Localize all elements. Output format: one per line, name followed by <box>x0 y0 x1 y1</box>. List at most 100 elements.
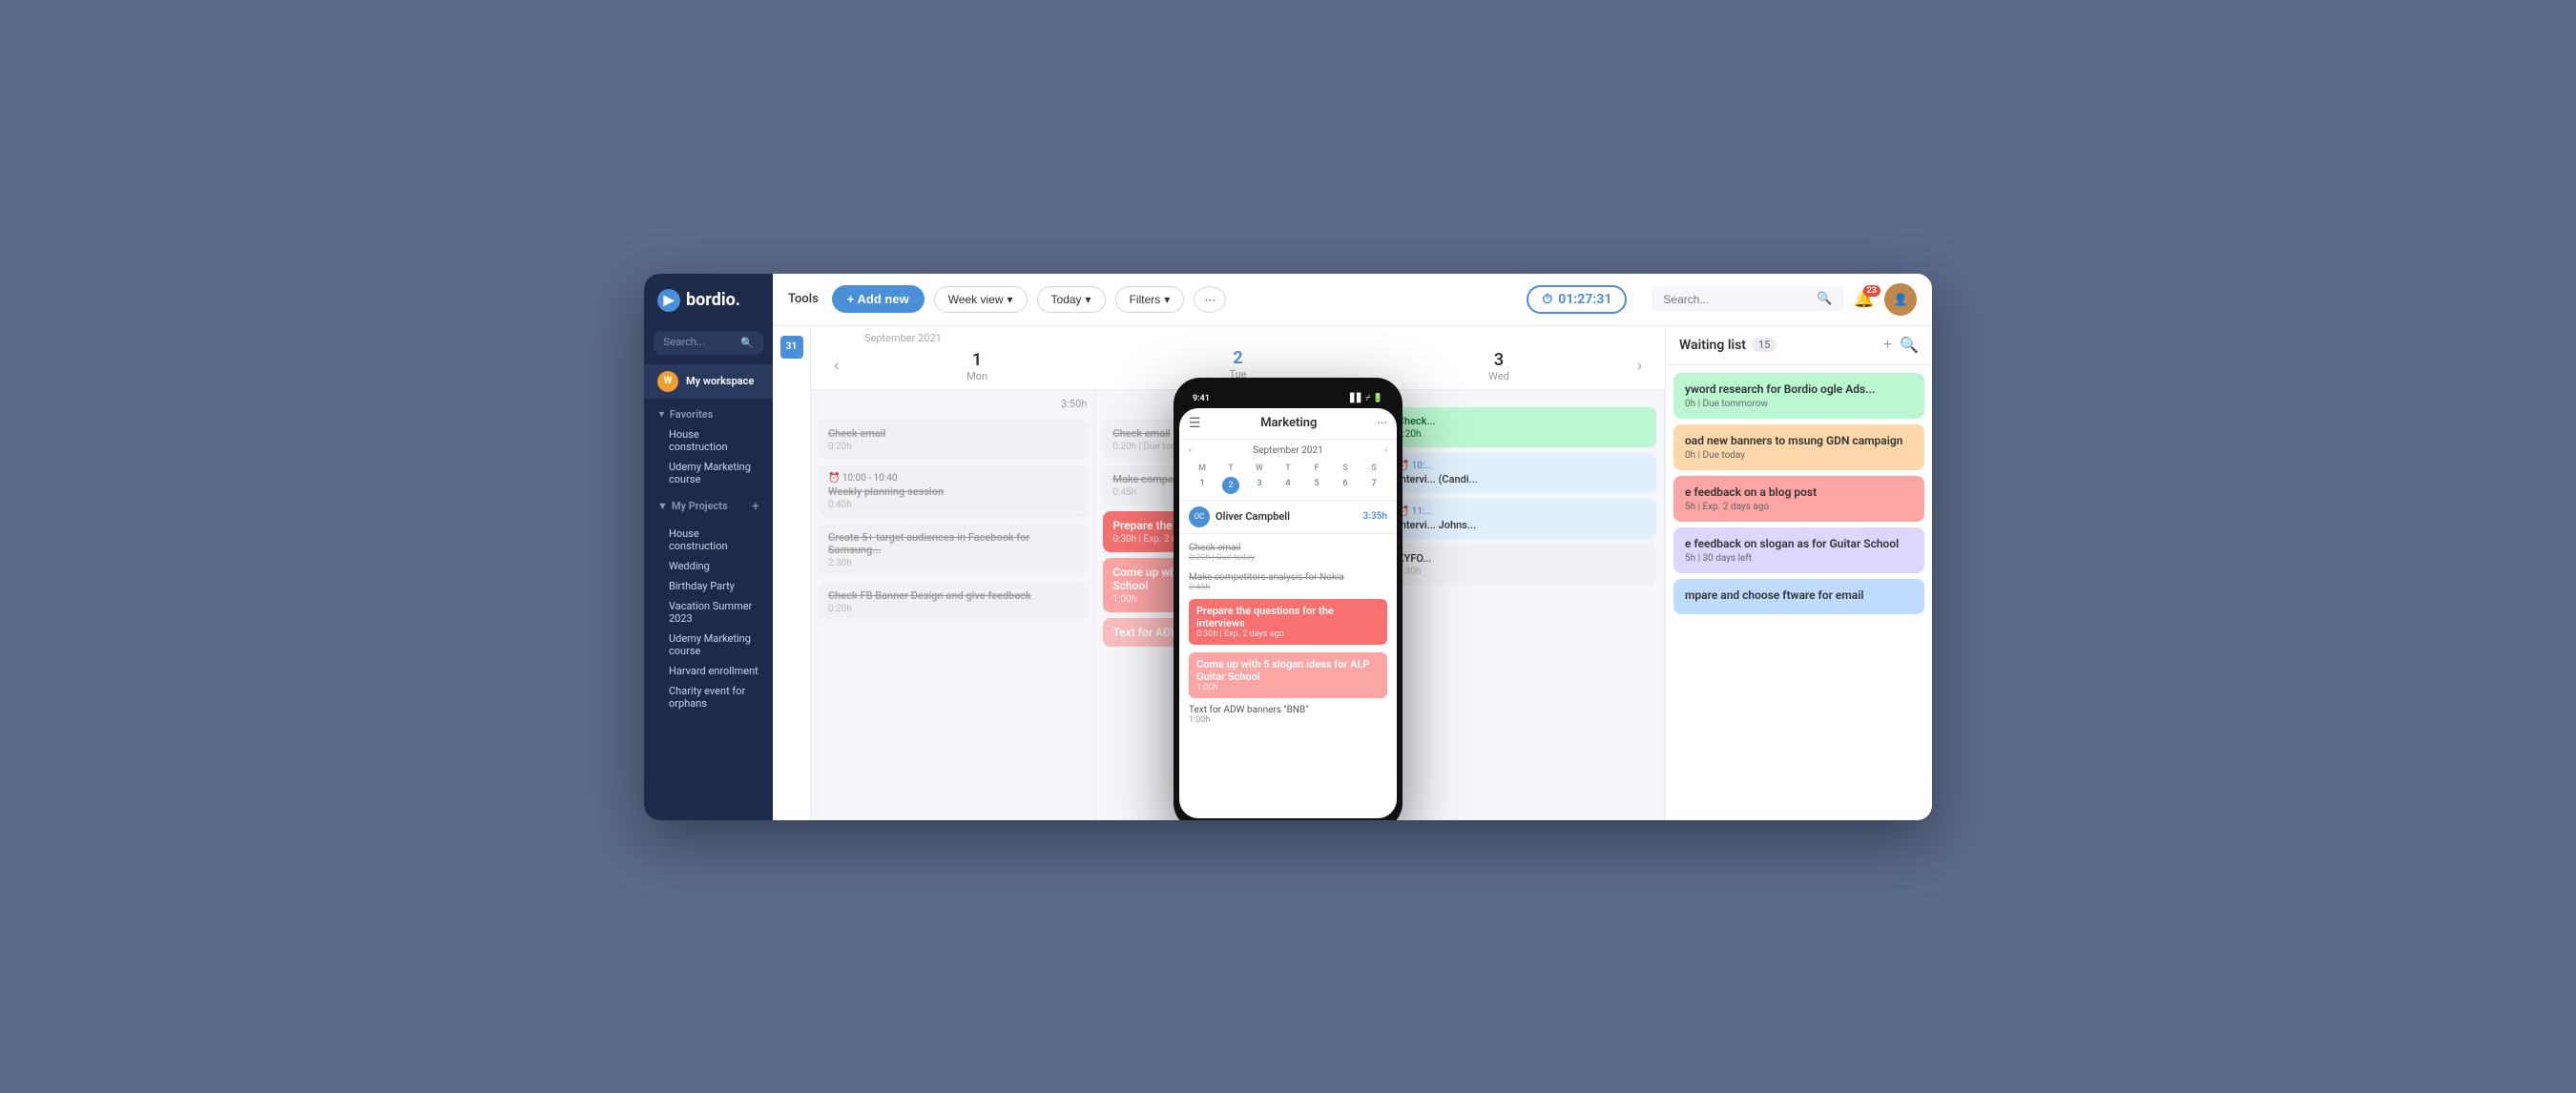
user-avatar[interactable]: 👤 <box>1884 283 1917 316</box>
active-day-indicator <box>1224 382 1253 385</box>
filters-label: Filters <box>1130 293 1161 306</box>
search-input[interactable] <box>1663 293 1811 306</box>
calendar-columns: 3:50h Check email 0:20h ⏰ 10:00 - 10:40 … <box>811 390 1665 820</box>
sidebar-item-charity-event[interactable]: Charity event for orphans <box>657 681 759 713</box>
calendar-icon[interactable]: 31 <box>780 336 803 359</box>
sidebar-item-house-construction[interactable]: House construction <box>657 524 759 556</box>
notification-bell[interactable]: 🔔 23 <box>1854 289 1875 309</box>
month-label: September 2021 <box>864 332 1650 344</box>
task-meta: 0:40h <box>828 500 1077 510</box>
sidebar-item-birthday-party[interactable]: Birthday Party <box>657 576 759 596</box>
task-meta: 0:45h <box>1112 487 1361 498</box>
waiting-list-header: Waiting list 15 + 🔍 <box>1666 326 1932 365</box>
wl-item-meta: 5h | Exp. 2 days ago <box>1685 502 1913 512</box>
task-meta: 1:30h <box>1398 567 1647 577</box>
task-card[interactable]: Check FB Banner Design and give feedback… <box>819 582 1087 622</box>
task-card-wed-3[interactable]: ⏰ 11:... Intervi... Johns... <box>1388 499 1656 539</box>
task-title: Prepare the questions for the interviews <box>1112 519 1361 532</box>
sidebar-search-input[interactable] <box>663 337 735 348</box>
waiting-list-item[interactable]: oad new banners to msung GDN campaign 0h… <box>1673 424 1924 470</box>
task-title: Intervi... (Candi... <box>1398 473 1647 485</box>
tuesday-column: 3:35h Check email 0:20h | Due today Make… <box>1095 390 1380 820</box>
prev-arrow[interactable]: ‹ <box>826 354 846 379</box>
main-content: Tools + Add new Week view ▾ Today ▾ Filt… <box>773 274 1932 820</box>
workspace-item[interactable]: W My workspace <box>644 364 773 399</box>
monday-total: 3:50h <box>819 398 1087 410</box>
task-card[interactable]: Check email 0:20h | Due today <box>1103 420 1371 460</box>
wl-item-title: yword research for Bordio ogle Ads... <box>1685 382 1913 396</box>
search-icon-toolbar: 🔍 <box>1817 292 1832 306</box>
task-card-wed-1[interactable]: Check... 0:20h <box>1388 407 1656 447</box>
task-title: Check... <box>1398 415 1647 427</box>
waiting-list-item[interactable]: e feedback on slogan as for Guitar Schoo… <box>1673 527 1924 573</box>
favorites-section: ▼ Favorites House construction Udemy Mar… <box>644 404 773 493</box>
calendar-area: 31 September 2021 ‹ 1 Mon 2 Tue <box>773 326 1932 820</box>
monday-column: 3:50h Check email 0:20h ⏰ 10:00 - 10:40 … <box>811 390 1095 820</box>
favorites-header[interactable]: ▼ Favorites <box>657 408 759 421</box>
task-card-wed-4[interactable]: KYFO... 1:30h <box>1388 545 1656 585</box>
waiting-list-item[interactable]: e feedback on a blog post 5h | Exp. 2 da… <box>1673 476 1924 522</box>
tuesday-total: 3:35h <box>1103 398 1371 410</box>
wl-item-title: oad new banners to msung GDN campaign <box>1685 434 1913 447</box>
sidebar-item-udemy-marketing[interactable]: Udemy Marketing course <box>657 629 759 661</box>
day-header-mon: 1 Mon <box>846 346 1107 386</box>
search-bar: 🔍 <box>1652 286 1843 312</box>
task-card-wed-2[interactable]: ⏰ 10:... Intervi... (Candi... <box>1388 453 1656 493</box>
task-meta: 0:20h <box>1398 429 1647 440</box>
search-waiting-list-button[interactable]: 🔍 <box>1900 336 1919 355</box>
next-arrow[interactable]: › <box>1630 354 1650 379</box>
task-card[interactable]: Create 5+ target audiences in Facebook f… <box>819 524 1087 576</box>
sidebar-item-vacation-summer[interactable]: Vacation Summer 2023 <box>657 596 759 629</box>
add-new-button[interactable]: + Add new <box>832 285 924 313</box>
week-view-dropdown[interactable]: Week view ▾ <box>934 286 1028 313</box>
filters-dropdown[interactable]: Filters ▾ <box>1115 286 1185 313</box>
task-meta: 1:00h <box>1112 594 1361 605</box>
task-card-partial[interactable]: Text for ADW banners "BNB" <box>1103 618 1371 647</box>
waiting-list-title: Waiting list <box>1679 338 1746 353</box>
waiting-list-item[interactable]: mpare and choose ftware for email <box>1673 579 1924 614</box>
more-button[interactable]: ··· <box>1194 286 1226 313</box>
wednesday-column: Check... 0:20h ⏰ 10:... Intervi... (Cand… <box>1381 390 1665 820</box>
avatar: W <box>657 371 678 392</box>
task-title: Check email <box>828 427 1077 440</box>
wl-item-title: e feedback on slogan as for Guitar Schoo… <box>1685 537 1913 550</box>
task-meta: 2:30h <box>828 558 1077 568</box>
app-container: ▶ bordio. 🔍 W My workspace ▼ Favorites H… <box>644 274 1932 820</box>
sidebar-item-udemy-fav[interactable]: Udemy Marketing course <box>657 457 759 489</box>
wl-item-meta: 0h | Due today <box>1685 450 1913 461</box>
task-time: ⏰ 10:... <box>1398 461 1647 471</box>
task-title: Come up with 5 slogan ideas for ALP Guit… <box>1112 566 1361 592</box>
chevron-down-icon-week: ▾ <box>1007 293 1012 306</box>
sidebar-item-wedding[interactable]: Wedding <box>657 556 759 576</box>
timer-value: 01:27:31 <box>1558 292 1611 307</box>
logo[interactable]: ▶ bordio. <box>644 274 773 327</box>
favorites-label: Favorites <box>670 408 713 421</box>
task-title: Weekly planning session <box>828 485 1077 498</box>
task-card[interactable]: ⏰ 10:00 - 10:40 Weekly planning session … <box>819 465 1087 518</box>
projects-header: ▼ My Projects + <box>644 493 773 520</box>
calendar-and-overlay: September 2021 ‹ 1 Mon 2 Tue <box>811 326 1665 820</box>
sidebar-item-harvard[interactable]: Harvard enrollment <box>657 661 759 681</box>
sidebar-item-house-construction-fav[interactable]: House construction <box>657 424 759 457</box>
task-card-active[interactable]: Prepare the questions for the interviews… <box>1103 511 1371 552</box>
task-card-salmon[interactable]: Come up with 5 slogan ideas for ALP Guit… <box>1103 558 1371 612</box>
waiting-list-item[interactable]: yword research for Bordio ogle Ads... 0h… <box>1673 373 1924 419</box>
calendar-sidebar: 31 <box>773 326 811 820</box>
timer-display[interactable]: ⏱ 01:27:31 <box>1527 285 1627 314</box>
chevron-down-icon: ▼ <box>657 409 666 420</box>
wl-item-title: mpare and choose ftware for email <box>1685 588 1913 602</box>
day-num-wed: 3 <box>1372 350 1625 370</box>
week-view-label: Week view <box>948 293 1004 306</box>
add-waiting-item-button[interactable]: + <box>1883 336 1892 355</box>
task-card[interactable]: Check email 0:20h <box>819 420 1087 460</box>
sidebar-search-container: 🔍 <box>654 331 763 355</box>
add-project-button[interactable]: + <box>752 499 759 514</box>
today-dropdown[interactable]: Today ▾ <box>1037 286 1106 313</box>
projects-label-container[interactable]: ▼ My Projects <box>657 500 728 512</box>
day-header-wed: 3 Wed <box>1368 346 1629 386</box>
chevron-down-icon-projects: ▼ <box>657 500 668 512</box>
task-card[interactable]: Make competitors analysis for Nokia 0:45… <box>1103 465 1371 505</box>
task-meta: 0:30h | Exp. 2 days ago <box>1112 534 1361 545</box>
waiting-list-panel: Waiting list 15 + 🔍 yword research for B… <box>1665 326 1932 820</box>
task-title: Text for ADW banners "BNB" <box>1112 626 1361 639</box>
